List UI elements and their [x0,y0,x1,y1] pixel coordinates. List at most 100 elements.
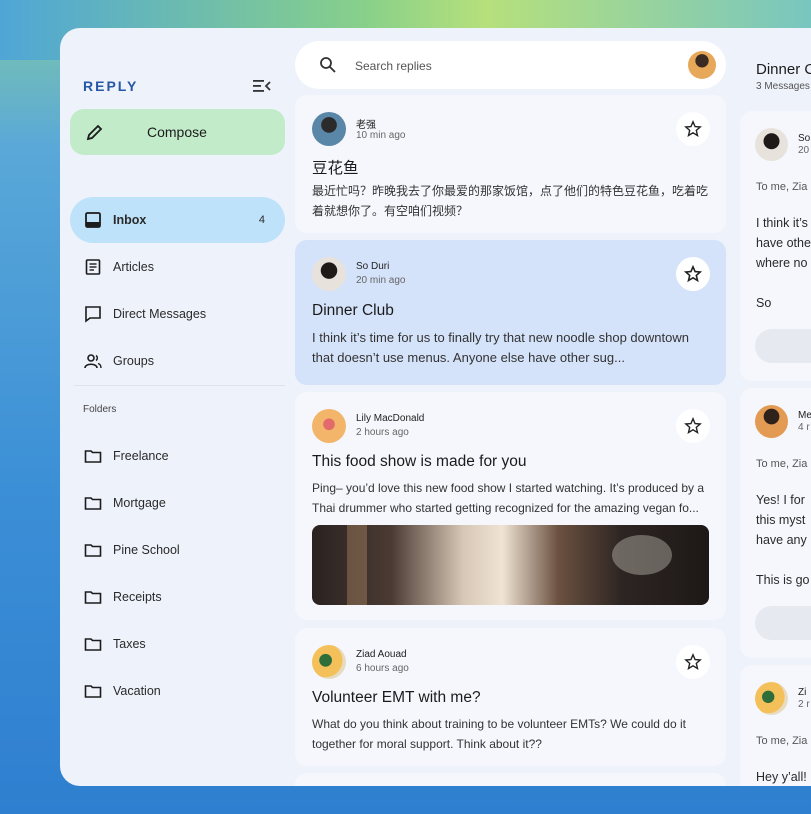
email-detail-pane: Dinner C 3 Messages So 20 To me, Zia I t… [740,41,811,786]
folder-label: Taxes [113,637,146,651]
message-line: have any [756,533,807,547]
sender-name: Zi [798,687,807,698]
email-card[interactable]: 老强 10 min ago 豆花鱼 最近忙吗？昨晚我去了你最爱的那家饭馆，点了他… [295,95,726,233]
sidebar-divider [74,385,285,386]
nav-item-inbox[interactable]: Inbox 4 [70,197,285,243]
folder-label: Pine School [113,543,180,557]
thread-message[interactable]: So 20 To me, Zia I think it’s have othe … [740,111,811,381]
star-icon [684,265,702,283]
star-icon [684,653,702,670]
sender-avatar [312,409,346,443]
email-card-partial[interactable] [295,773,726,786]
photo-detail [347,525,367,605]
sender-name: Ziad Aouad [356,649,407,660]
reply-button[interactable] [755,606,811,640]
thread-message[interactable]: Me 4 r To me, Zia Yes! I for this myst h… [740,388,811,658]
folder-item-receipts[interactable]: Receipts [70,574,285,620]
sender-avatar [312,257,346,291]
folder-item-pine-school[interactable]: Pine School [70,527,285,573]
sender-name: So Duri [356,261,390,272]
email-subject: This food show is made for you [312,453,527,470]
sender-name: Lily MacDonald [356,413,425,424]
folder-item-mortgage[interactable]: Mortgage [70,480,285,526]
email-subject: Volunteer EMT with me? [312,689,481,706]
folder-icon [84,685,102,698]
nav-item-groups[interactable]: Groups [70,338,285,384]
star-button[interactable] [676,257,710,291]
navigation-rail: REPLY Compose Inbox 4 Articles Direct Me… [60,28,295,786]
folder-item-taxes[interactable]: Taxes [70,621,285,667]
inbox-icon [85,212,101,228]
pencil-icon [86,124,103,141]
folder-icon [84,497,102,510]
search-icon [320,57,336,73]
compose-button[interactable]: Compose [70,109,285,155]
reply-button[interactable] [755,329,811,363]
nav-item-direct-messages[interactable]: Direct Messages [70,291,285,337]
sender-name: 老强 [356,120,376,131]
email-card[interactable]: Lily MacDonald 2 hours ago This food sho… [295,392,726,620]
nav-label: Inbox [113,213,147,227]
sender-avatar [312,645,346,679]
thread-message-count: 3 Messages [756,81,810,92]
email-time: 20 min ago [356,275,406,286]
star-button[interactable] [676,409,710,443]
photo-detail [612,535,672,575]
folder-icon [84,544,102,557]
folder-item-vacation[interactable]: Vacation [70,668,285,714]
sender-name: So [798,133,811,144]
folder-item-freelance[interactable]: Freelance [70,433,285,479]
thread-message[interactable]: Zi 2 r To me, Zia Hey y’all! [740,665,811,786]
folder-label: Mortgage [113,496,166,510]
email-card[interactable]: Ziad Aouad 6 hours ago Volunteer EMT wit… [295,628,726,766]
user-avatar[interactable] [688,51,716,79]
message-line: have othe [756,236,811,250]
message-line: this myst [756,513,806,527]
folders-heading: Folders [83,404,117,415]
nav-label: Direct Messages [113,307,207,321]
food-show-photo [312,525,709,605]
star-icon [684,417,702,434]
sender-avatar [755,128,788,161]
article-icon [85,259,101,275]
recipients: To me, Zia [756,181,808,193]
reply-app-window: REPLY Compose Inbox 4 Articles Direct Me… [60,28,811,786]
message-time: 2 r [798,699,810,710]
email-preview: 最近忙吗？昨晚我去了你最爱的那家饭馆，点了他们的特色豆花鱼，吃着吃着就想你了。有… [312,184,709,218]
message-line: where no [756,256,808,270]
nav-label: Articles [113,260,154,274]
folder-label: Freelance [113,449,169,463]
folder-icon [84,638,102,651]
email-preview: Ping– you’d love this new food show I st… [312,481,705,515]
message-line: Hey y’all! [756,770,807,784]
recipients: To me, Zia [756,458,808,470]
message-time: 20 [798,145,810,156]
app-brand: REPLY [83,78,139,94]
star-icon [684,120,702,137]
nav-label: Groups [113,354,154,368]
unread-count-badge: 4 [258,214,265,226]
sender-name: Me [798,410,811,421]
menu-collapse-icon[interactable] [253,78,271,94]
message-line: This is go [756,573,810,587]
star-button[interactable] [676,112,710,146]
chat-bubble-icon [85,306,101,323]
search-bar[interactable]: Search replies [295,41,726,89]
message-time: 4 r [798,422,810,433]
email-subject: Dinner Club [312,302,394,319]
search-placeholder: Search replies [355,59,432,73]
message-line: Yes! I for [756,493,805,507]
email-preview: What do you think about training to be v… [312,717,686,751]
compose-label: Compose [147,124,207,140]
star-button[interactable] [676,645,710,679]
thread-title: Dinner C [756,61,811,78]
email-preview: I think it’s time for us to finally try … [312,330,689,365]
email-card-selected[interactable]: So Duri 20 min ago Dinner Club I think i… [295,240,726,385]
sender-avatar [312,112,346,146]
email-time: 10 min ago [356,130,406,141]
group-icon [84,354,102,369]
sender-avatar [755,682,788,715]
nav-item-articles[interactable]: Articles [70,244,285,290]
email-subject: 豆花鱼 [312,160,359,177]
message-line: I think it’s [756,216,808,230]
